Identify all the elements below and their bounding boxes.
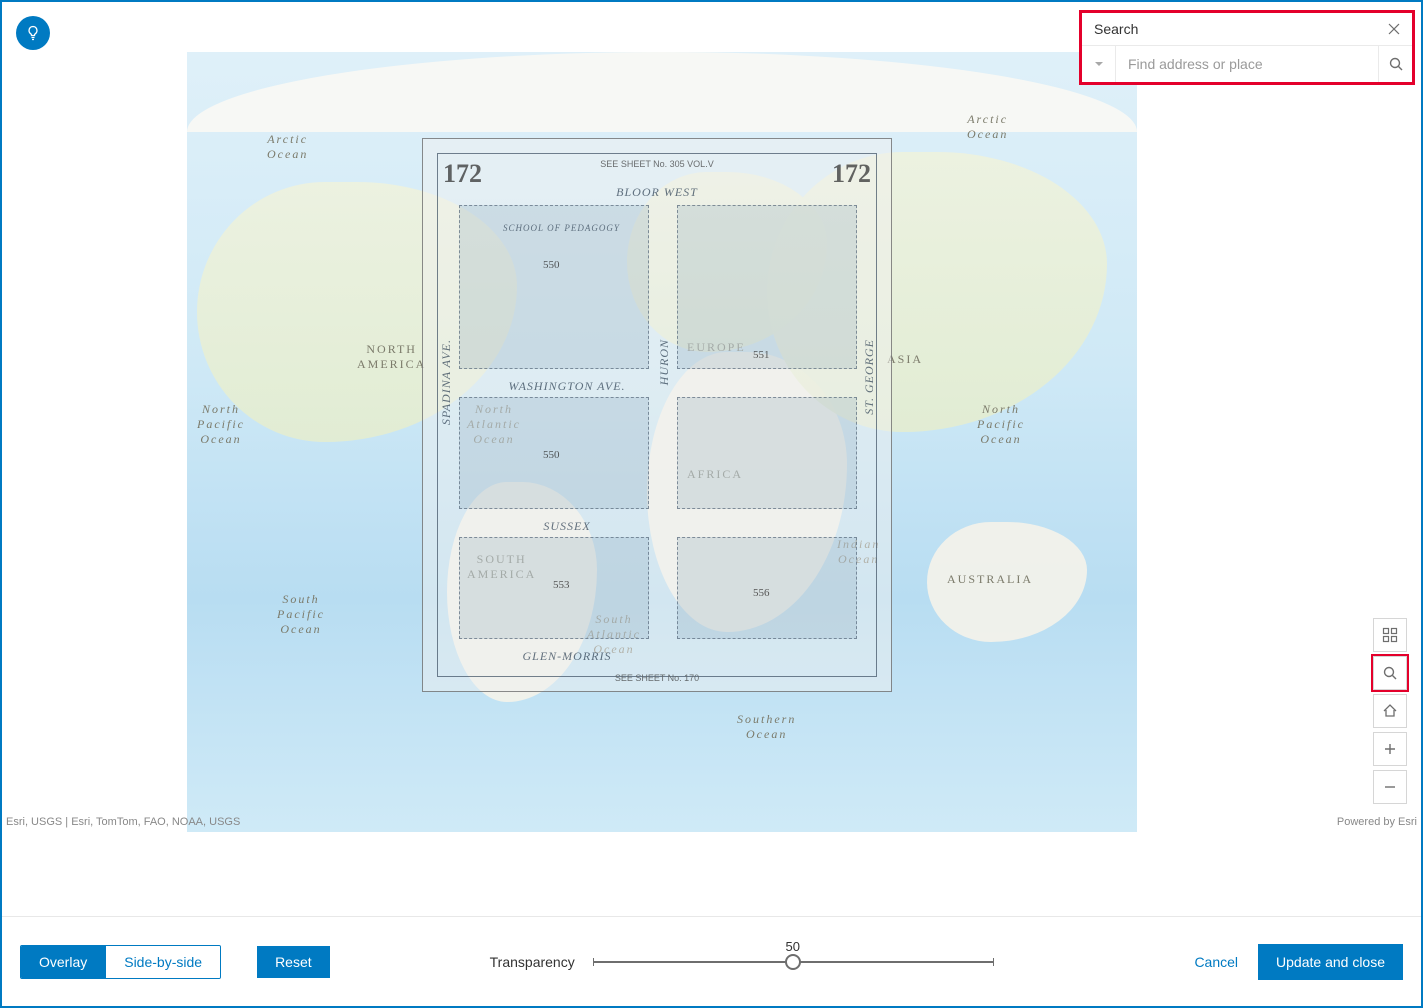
search-panel: Search bbox=[1081, 12, 1413, 83]
map-canvas[interactable]: NORTH AMERICA SOUTH AMERICA EUROPE AFRIC… bbox=[2, 2, 1421, 832]
minus-icon bbox=[1382, 779, 1398, 795]
transparency-slider[interactable]: 50 bbox=[593, 961, 993, 963]
street-huron: HURON bbox=[657, 339, 672, 385]
cancel-button[interactable]: Cancel bbox=[1194, 954, 1238, 970]
transparency-label: Transparency bbox=[490, 954, 575, 970]
sheet-banner: SCHOOL OF PEDAGOGY bbox=[503, 223, 620, 233]
block-num-a: 550 bbox=[543, 259, 560, 271]
transparency-control: Transparency 50 bbox=[490, 954, 1195, 970]
attribution-left: Esri, USGS | Esri, TomTom, FAO, NOAA, US… bbox=[6, 816, 240, 828]
block-ne bbox=[677, 205, 857, 369]
block-me bbox=[677, 397, 857, 509]
label-na: NORTH AMERICA bbox=[357, 342, 426, 372]
block-num-d: 553 bbox=[553, 579, 570, 591]
sheet-see-bottom: SEE SHEET No. 170 bbox=[615, 673, 699, 683]
sidebyside-toggle[interactable]: Side-by-side bbox=[105, 946, 220, 978]
search-submit-button[interactable] bbox=[1378, 46, 1412, 82]
search-panel-title: Search bbox=[1094, 21, 1138, 37]
app-frame: NORTH AMERICA SOUTH AMERICA EUROPE AFRIC… bbox=[0, 0, 1423, 1008]
zoom-in-button[interactable] bbox=[1373, 732, 1407, 766]
block-num-b: 551 bbox=[753, 349, 770, 361]
label-arctic2: Arctic Ocean bbox=[967, 112, 1008, 142]
basemap-icon bbox=[1382, 627, 1398, 643]
street-sussex: SUSSEX bbox=[463, 519, 671, 534]
plus-icon bbox=[1382, 741, 1398, 757]
sheet-see-top: SEE SHEET No. 305 VOL.V bbox=[600, 159, 713, 169]
attribution-right: Powered by Esri bbox=[1337, 816, 1417, 828]
label-arctic: Arctic Ocean bbox=[267, 132, 308, 162]
close-icon bbox=[1388, 23, 1400, 35]
chevron-down-icon bbox=[1093, 58, 1105, 70]
street-glen: GLEN-MORRIS bbox=[463, 649, 671, 664]
block-num-e: 556 bbox=[753, 587, 770, 599]
search-icon bbox=[1388, 56, 1404, 72]
reset-button[interactable]: Reset bbox=[257, 946, 330, 978]
update-close-button[interactable]: Update and close bbox=[1258, 944, 1403, 980]
overlay-toggle[interactable]: Overlay bbox=[21, 946, 105, 978]
overlay-sheet[interactable]: 172 172 SEE SHEET No. 305 VOL.V BLOOR WE… bbox=[422, 138, 892, 692]
search-icon bbox=[1382, 665, 1398, 681]
label-as: ASIA bbox=[887, 352, 923, 367]
search-input[interactable] bbox=[1116, 46, 1378, 82]
basemap-gallery-button[interactable] bbox=[1373, 618, 1407, 652]
transparency-value: 50 bbox=[785, 939, 799, 954]
map-controls bbox=[1373, 618, 1407, 804]
search-source-dropdown[interactable] bbox=[1082, 46, 1116, 82]
footer-toolbar: Overlay Side-by-side Reset Transparency … bbox=[2, 916, 1421, 1006]
home-button[interactable] bbox=[1373, 694, 1407, 728]
lightbulb-icon bbox=[25, 25, 41, 41]
street-stgeorge: ST. GEORGE bbox=[862, 339, 877, 415]
home-icon bbox=[1382, 703, 1398, 719]
view-mode-segmented: Overlay Side-by-side bbox=[20, 945, 221, 979]
label-southern: Southern Ocean bbox=[737, 712, 796, 742]
label-npac2: North Pacific Ocean bbox=[977, 402, 1025, 447]
label-spac: South Pacific Ocean bbox=[277, 592, 325, 637]
tips-button[interactable] bbox=[16, 16, 50, 50]
search-tool-button[interactable] bbox=[1373, 656, 1407, 690]
label-au: AUSTRALIA bbox=[947, 572, 1033, 587]
street-bloor: BLOOR WEST bbox=[423, 185, 891, 200]
block-num-c: 550 bbox=[543, 449, 560, 461]
street-spadina: SPADINA AVE. bbox=[439, 339, 454, 425]
zoom-out-button[interactable] bbox=[1373, 770, 1407, 804]
slider-thumb[interactable] bbox=[785, 954, 801, 970]
street-washington: WASHINGTON AVE. bbox=[463, 379, 671, 394]
label-npac: North Pacific Ocean bbox=[197, 402, 245, 447]
search-close-button[interactable] bbox=[1388, 23, 1400, 35]
